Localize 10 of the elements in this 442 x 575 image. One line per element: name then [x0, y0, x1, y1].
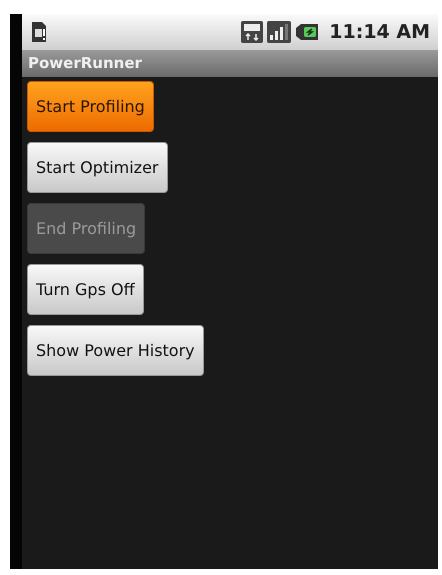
action-button[interactable]: Start Optimizer: [27, 142, 168, 193]
action-button[interactable]: Start Profiling: [27, 81, 154, 132]
action-button[interactable]: Show Power History: [27, 325, 204, 376]
action-button[interactable]: Turn Gps Off: [27, 264, 144, 315]
app-title: PowerRunner: [28, 53, 142, 74]
clock-time: 11:14 AM: [329, 20, 430, 45]
battery-icon: [295, 23, 320, 41]
sim-card-icon: [30, 21, 48, 43]
signal-icon: [267, 21, 292, 43]
network-3g-icon: [241, 21, 264, 43]
